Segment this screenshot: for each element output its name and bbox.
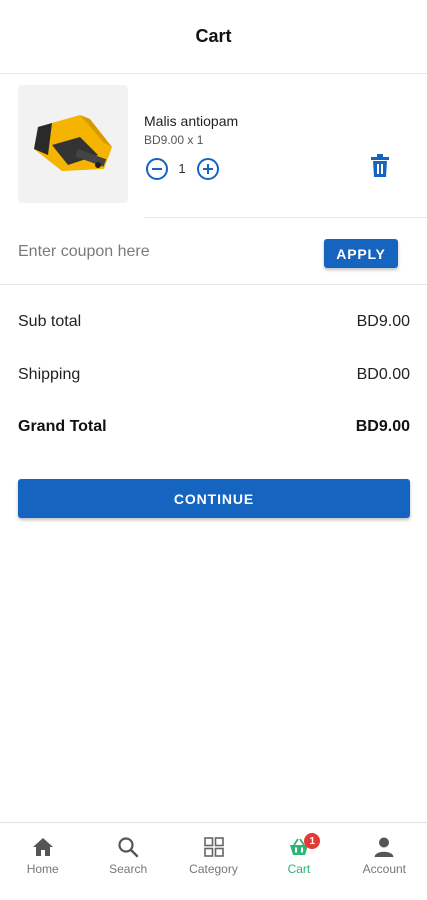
apply-coupon-button[interactable]: APPLY	[324, 239, 398, 268]
grand-total-value: BD9.00	[355, 418, 410, 435]
subtotal-row: Sub total BD9.00	[18, 313, 410, 331]
shipping-label: Shipping	[18, 366, 81, 383]
product-price: BD9.00 x 1	[144, 133, 204, 147]
grid-icon	[202, 835, 226, 859]
grand-total-row: Grand Total BD9.00	[18, 418, 410, 436]
person-icon	[372, 835, 396, 859]
nav-search-label: Search	[109, 862, 148, 876]
nav-cart-label: Cart	[287, 862, 311, 876]
item-divider	[144, 217, 427, 218]
continue-button[interactable]: CONTINUE	[18, 479, 410, 518]
cart-count-badge: 1	[304, 833, 321, 849]
quantity-value: 1	[178, 161, 186, 176]
product-name: Malis antiopam	[144, 113, 239, 129]
grand-total-label: Grand Total	[18, 418, 107, 435]
subtotal-label: Sub total	[18, 313, 82, 330]
page-title: Cart	[195, 26, 232, 46]
nav-category-label: Category	[189, 862, 238, 876]
coupon-input[interactable]	[18, 238, 298, 266]
nav-account-label: Account	[362, 862, 406, 876]
shipping-row: Shipping BD0.00	[18, 366, 410, 384]
nav-search[interactable]: Search	[85, 823, 170, 900]
nav-home[interactable]: Home	[0, 823, 85, 900]
home-icon	[31, 835, 55, 859]
product-image[interactable]	[18, 85, 128, 203]
bottom-navigation: Home Search Category 1 Cart Account	[0, 822, 427, 900]
minus-icon	[152, 168, 162, 170]
product-photo	[34, 115, 112, 171]
nav-account[interactable]: Account	[342, 823, 427, 900]
section-divider	[0, 284, 427, 285]
subtotal-value: BD9.00	[356, 313, 410, 330]
nav-cart[interactable]: 1 Cart	[256, 823, 341, 900]
delete-item-button[interactable]	[370, 154, 390, 178]
trash-icon	[371, 154, 389, 177]
app-header: Cart	[0, 0, 427, 74]
shipping-value: BD0.00	[356, 366, 410, 383]
search-icon	[116, 835, 140, 859]
decrease-quantity-button[interactable]	[146, 158, 168, 180]
nav-home-label: Home	[26, 862, 59, 876]
nav-category[interactable]: Category	[171, 823, 256, 900]
plus-icon	[203, 164, 213, 174]
increase-quantity-button[interactable]	[197, 158, 219, 180]
